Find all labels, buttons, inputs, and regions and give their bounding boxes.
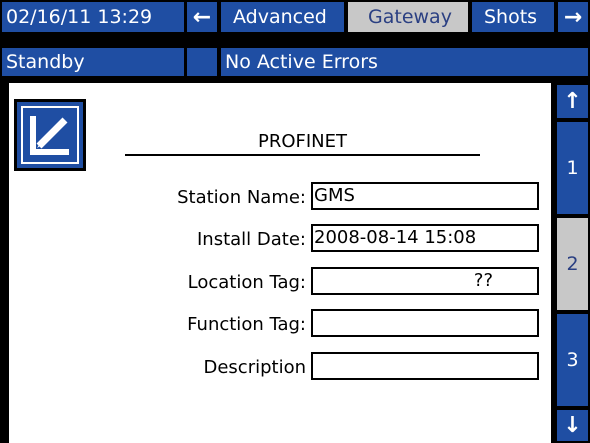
mode-status: Standby: [2, 48, 184, 76]
location-tag-label: Location Tag:: [187, 272, 306, 293]
nav-right-arrow-icon[interactable]: →: [558, 2, 588, 32]
status-spacer: [187, 48, 217, 76]
page-button-3[interactable]: 3: [557, 314, 588, 406]
page-button-2[interactable]: 2: [557, 218, 588, 310]
function-tag-label: Function Tag:: [187, 314, 306, 335]
description-field[interactable]: [311, 352, 539, 380]
tab-gateway[interactable]: Gateway: [348, 2, 468, 32]
location-tag-field[interactable]: ??: [311, 267, 539, 295]
nav-left-arrow-icon[interactable]: ←: [187, 2, 217, 32]
edit-icon-box: [21, 106, 79, 164]
description-label: Description: [203, 357, 306, 378]
station-name-label: Station Name:: [177, 187, 306, 208]
install-date-field[interactable]: 2008-08-14 15:08: [311, 224, 539, 252]
datetime-display: 02/16/11 13:29: [2, 2, 184, 32]
page-down-arrow-icon[interactable]: ↓: [557, 410, 588, 441]
page-button-1[interactable]: 1: [557, 122, 588, 214]
title-divider: [125, 154, 480, 156]
edit-pencil-icon[interactable]: [14, 99, 86, 171]
tab-shots[interactable]: Shots: [472, 2, 554, 32]
install-date-label: Install Date:: [197, 229, 306, 250]
function-tag-field[interactable]: [311, 309, 539, 337]
error-status: No Active Errors: [221, 48, 588, 76]
station-name-field[interactable]: GMS: [311, 182, 539, 210]
form-title: PROFINET: [257, 131, 348, 152]
edit-pencil-glyph-icon: [30, 116, 69, 155]
page-up-arrow-icon[interactable]: ↑: [557, 85, 588, 118]
tab-advanced[interactable]: Advanced: [221, 2, 344, 32]
